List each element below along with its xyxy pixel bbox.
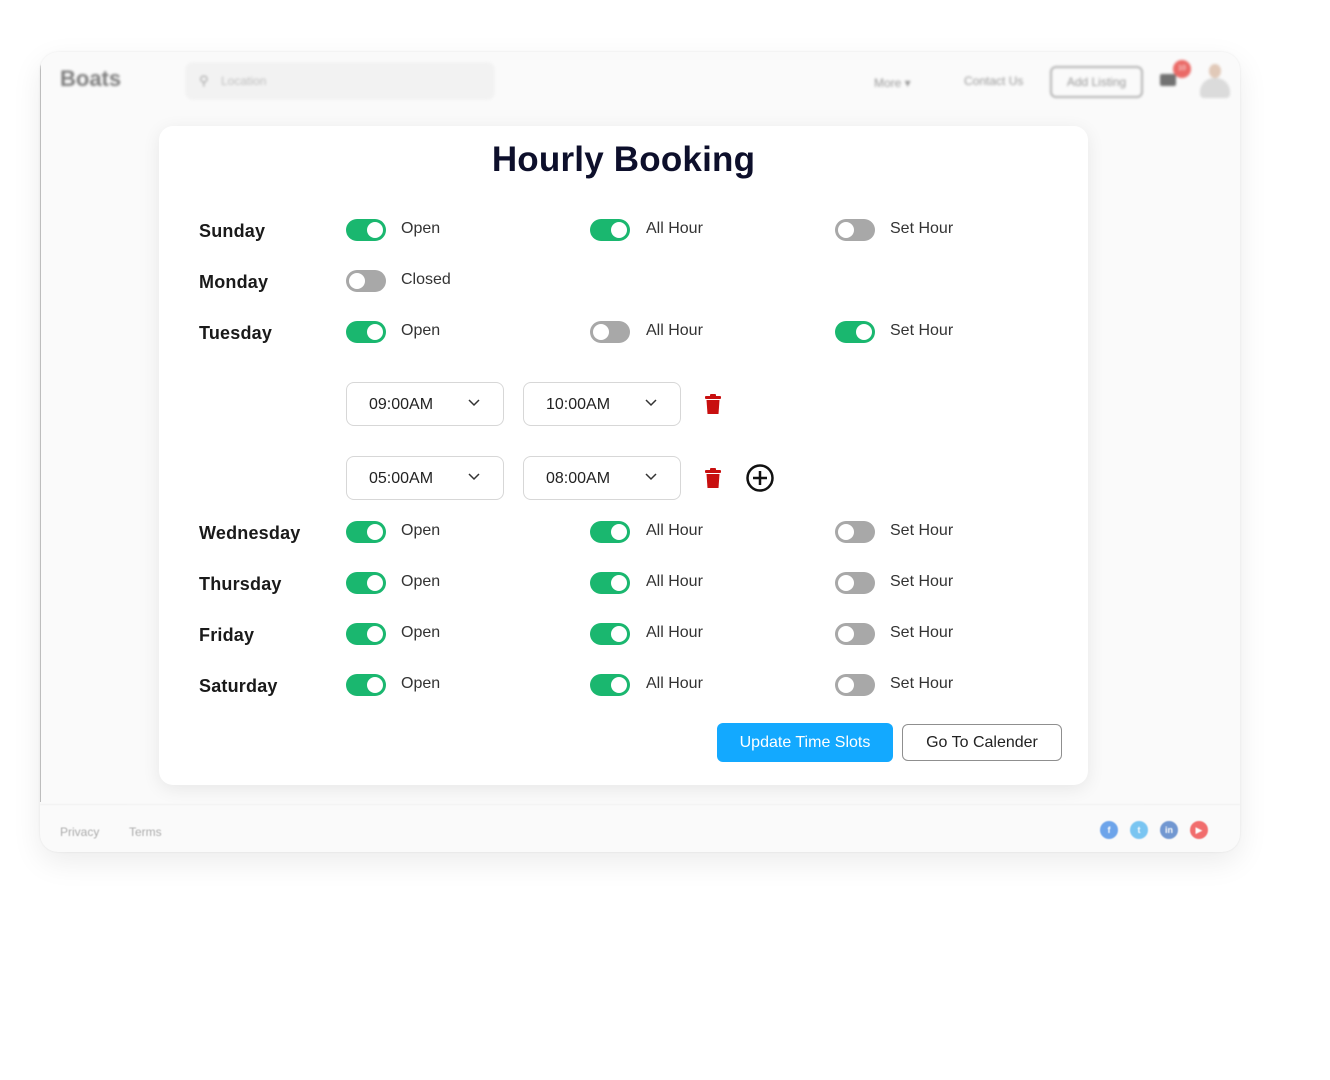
day-label: Sunday	[199, 221, 266, 241]
footer: Privacy Terms f t in ▶	[40, 804, 1240, 852]
chevron-down-icon	[468, 473, 480, 481]
day-label: Wednesday	[199, 523, 301, 543]
delete-slot-2-trash-icon[interactable]	[705, 468, 721, 488]
open-status-label: Open	[401, 322, 441, 339]
slot-1-start-select[interactable]: 09:00AM	[346, 382, 504, 426]
nav-contact-us[interactable]: Contact Us	[964, 74, 1023, 88]
chevron-down-icon	[645, 399, 657, 407]
all-hour-label: All Hour	[646, 624, 703, 641]
update-time-slots-button[interactable]: Update Time Slots	[717, 723, 893, 762]
twitter-icon[interactable]: t	[1130, 821, 1148, 839]
open-status-label: Open	[401, 220, 441, 237]
delete-slot-1-trash-icon[interactable]	[705, 394, 721, 414]
closed-status-label: Closed	[401, 271, 451, 288]
day-row-tuesday: Tuesday Open All Hour Set Hour	[159, 313, 1088, 353]
open-status-label: Open	[401, 573, 441, 590]
set-hour-label: Set Hour	[890, 573, 954, 590]
search-placeholder: Location	[221, 74, 267, 88]
set-hour-label: Set Hour	[890, 322, 954, 339]
open-toggle[interactable]	[346, 674, 386, 696]
footer-privacy-link[interactable]: Privacy	[60, 825, 99, 839]
day-row-monday: Monday Closed	[159, 262, 1088, 302]
all-hour-toggle[interactable]	[590, 623, 630, 645]
open-status-label: Open	[401, 675, 441, 692]
all-hour-label: All Hour	[646, 220, 703, 237]
user-avatar[interactable]	[1198, 62, 1232, 100]
open-toggle[interactable]	[346, 623, 386, 645]
day-row-thursday: Thursday Open All Hour Set Hour	[159, 564, 1088, 604]
open-toggle[interactable]	[346, 270, 386, 292]
avatar-head	[1209, 64, 1221, 78]
open-status-label: Open	[401, 522, 441, 539]
page-title: Hourly Booking	[491, 140, 756, 179]
set-hour-toggle[interactable]	[835, 521, 875, 543]
chevron-down-icon	[645, 473, 657, 481]
linkedin-icon[interactable]: in	[1160, 821, 1178, 839]
chevron-down-icon	[468, 399, 480, 407]
slot-2-start-value: 05:00AM	[369, 470, 434, 487]
open-toggle[interactable]	[346, 321, 386, 343]
set-hour-label: Set Hour	[890, 624, 954, 641]
all-hour-label: All Hour	[646, 322, 703, 339]
brand-logo[interactable]: Boats	[60, 66, 121, 92]
slot-1-start-value: 09:00AM	[369, 396, 434, 413]
all-hour-toggle[interactable]	[590, 674, 630, 696]
open-toggle[interactable]	[346, 521, 386, 543]
all-hour-label: All Hour	[646, 675, 703, 692]
footer-terms-link[interactable]: Terms	[129, 825, 162, 839]
go-to-calendar-button[interactable]: Go To Calender	[902, 724, 1062, 761]
day-row-friday: Friday Open All Hour Set Hour	[159, 615, 1088, 655]
add-slot-plus-icon[interactable]	[745, 463, 775, 493]
set-hour-toggle[interactable]	[835, 674, 875, 696]
set-hour-toggle[interactable]	[835, 321, 875, 343]
slot-2-end-select[interactable]: 08:00AM	[523, 456, 681, 500]
day-label: Tuesday	[199, 323, 273, 343]
all-hour-toggle[interactable]	[590, 521, 630, 543]
youtube-icon[interactable]: ▶	[1190, 821, 1208, 839]
day-label: Thursday	[199, 574, 282, 594]
add-listing-button[interactable]: Add Listing	[1050, 66, 1143, 98]
facebook-icon[interactable]: f	[1100, 821, 1118, 839]
day-label: Saturday	[199, 676, 278, 696]
all-hour-toggle[interactable]	[590, 219, 630, 241]
slot-1-end-value: 10:00AM	[546, 396, 611, 413]
open-toggle[interactable]	[346, 219, 386, 241]
set-hour-label: Set Hour	[890, 675, 954, 692]
hourly-booking-card: Hourly Booking Sunday Open All Hour Set …	[159, 126, 1088, 785]
location-search[interactable]: ⚲ Location	[185, 62, 495, 100]
all-hour-label: All Hour	[646, 522, 703, 539]
day-row-sunday: Sunday Open All Hour Set Hour	[159, 211, 1088, 251]
day-row-saturday: Saturday Open All Hour Set Hour	[159, 666, 1088, 706]
set-hour-toggle[interactable]	[835, 219, 875, 241]
top-navbar: Boats ⚲ Location More ▾ Contact Us Add L…	[40, 52, 1240, 112]
nav-more-menu[interactable]: More ▾	[874, 76, 911, 90]
set-hour-label: Set Hour	[890, 522, 954, 539]
avatar-body	[1200, 78, 1230, 98]
set-hour-toggle[interactable]	[835, 623, 875, 645]
search-icon: ⚲	[199, 73, 209, 88]
all-hour-toggle[interactable]	[590, 572, 630, 594]
set-hour-label: Set Hour	[890, 220, 954, 237]
mail-icon[interactable]	[1160, 74, 1176, 86]
slot-1-end-select[interactable]: 10:00AM	[523, 382, 681, 426]
set-hour-toggle[interactable]	[835, 572, 875, 594]
day-label: Friday	[199, 625, 255, 645]
all-hour-label: All Hour	[646, 573, 703, 590]
notification-badge: 10	[1173, 60, 1191, 78]
slot-2-end-value: 08:00AM	[546, 470, 611, 487]
day-row-wednesday: Wednesday Open All Hour Set Hour	[159, 513, 1088, 553]
open-toggle[interactable]	[346, 572, 386, 594]
day-label: Monday	[199, 272, 269, 292]
open-status-label: Open	[401, 624, 441, 641]
all-hour-toggle[interactable]	[590, 321, 630, 343]
slot-2-start-select[interactable]: 05:00AM	[346, 456, 504, 500]
